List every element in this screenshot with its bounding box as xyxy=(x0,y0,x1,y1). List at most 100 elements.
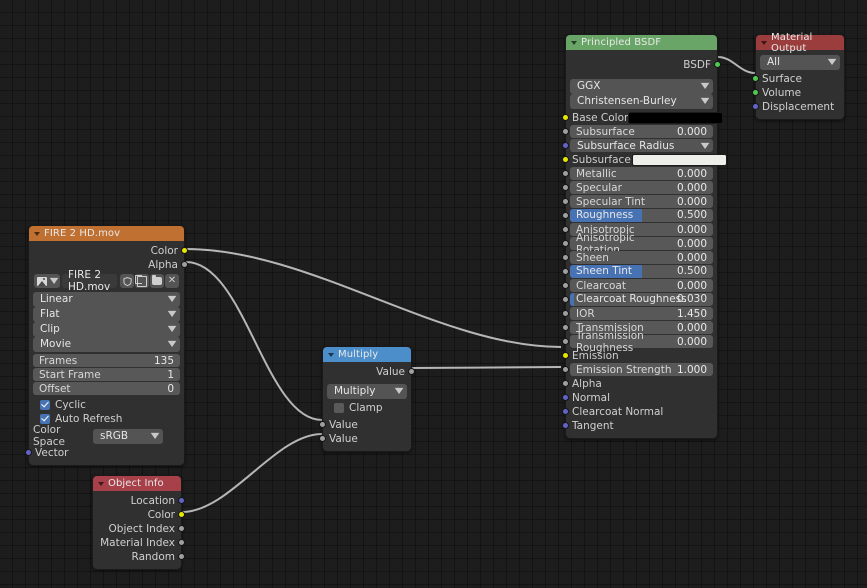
dropdown-interpolation[interactable]: Linear ▼ xyxy=(33,291,180,307)
color-swatch[interactable] xyxy=(632,153,727,166)
chevron-down-icon[interactable] xyxy=(34,231,40,236)
dropdown-extension[interactable]: Clip ▼ xyxy=(33,321,180,337)
bsdf-property-row[interactable]: Transmission Roughness 0.000 xyxy=(562,330,713,354)
output-socket-value[interactable] xyxy=(408,368,415,375)
input-socket-emission[interactable] xyxy=(562,352,569,359)
input-socket-row-value-2[interactable]: Value xyxy=(319,432,407,445)
node-principled-bsdf[interactable]: Principled BSDF BSDF GGX ▼ Christensen-B… xyxy=(562,34,727,439)
bsdf-property-row[interactable]: Roughness 0.500 xyxy=(562,209,713,222)
bsdf-property-row[interactable]: Emission Strength 1.000 xyxy=(562,363,713,376)
input-socket-clearcoat[interactable] xyxy=(562,282,569,289)
output-socket-object-index[interactable] xyxy=(178,525,185,532)
output-socket-location[interactable] xyxy=(178,497,185,504)
output-socket-color[interactable] xyxy=(178,511,185,518)
input-socket-roughness[interactable] xyxy=(562,212,569,219)
chevron-down-icon[interactable] xyxy=(761,40,767,45)
menu-field[interactable]: Subsurface Radius ▼ xyxy=(570,139,713,152)
output-socket-row-alpha[interactable]: Alpha xyxy=(33,258,188,271)
slider-field[interactable]: Clearcoat Roughness 0.030 xyxy=(570,293,713,306)
slider-field[interactable]: Roughness 0.500 xyxy=(570,209,713,222)
input-socket-normal[interactable] xyxy=(562,394,569,401)
input-socket-tangent[interactable] xyxy=(562,422,569,429)
input-socket-value-2[interactable] xyxy=(319,435,326,442)
input-socket-row-value-1[interactable]: Value xyxy=(319,418,407,431)
close-icon[interactable]: ✕ xyxy=(165,274,179,288)
input-socket-subsurface[interactable] xyxy=(562,128,569,135)
bsdf-property-row[interactable]: Subsurface C... xyxy=(562,153,727,166)
image-icon[interactable] xyxy=(34,274,49,288)
number-field[interactable]: Subsurface 0.000 xyxy=(570,125,713,138)
number-field[interactable]: Specular 0.000 xyxy=(570,181,713,194)
input-socket-anisotropic[interactable] xyxy=(562,226,569,233)
input-socket-row-surface[interactable]: Surface xyxy=(752,72,840,85)
input-socket-emission-strength[interactable] xyxy=(562,366,569,373)
bsdf-property-row[interactable]: Normal xyxy=(562,391,713,404)
bsdf-property-row[interactable]: Subsurface 0.000 xyxy=(562,125,713,138)
node-header-material-output[interactable]: Material Output xyxy=(756,32,844,54)
input-socket-clearcoat-normal[interactable] xyxy=(562,408,569,415)
input-socket-anisotropic-rotation[interactable] xyxy=(562,240,569,247)
dropdown-projection[interactable]: Flat ▼ xyxy=(33,306,180,322)
input-socket-metallic[interactable] xyxy=(562,170,569,177)
bsdf-property-row[interactable]: Subsurface Radius ▼ xyxy=(562,139,713,152)
input-socket-sheen-tint[interactable] xyxy=(562,268,569,275)
output-socket-alpha[interactable] xyxy=(181,261,188,268)
number-field-start-frame[interactable]: Start Frame 1 xyxy=(33,368,180,381)
number-field[interactable]: IOR 1.450 xyxy=(570,307,713,320)
input-socket-transmission-roughness[interactable] xyxy=(562,338,569,345)
image-browse-chevron-down-icon[interactable]: ▼ xyxy=(49,274,60,288)
input-socket-subsurface-c[interactable] xyxy=(562,156,569,163)
number-field[interactable]: Transmission Roughness 0.000 xyxy=(570,330,713,354)
bsdf-property-row[interactable]: Tangent xyxy=(562,419,713,432)
input-socket-subsurface-radius[interactable] xyxy=(562,142,569,149)
number-field-offset[interactable]: Offset 0 xyxy=(33,382,180,395)
output-socket-row-bsdf[interactable]: BSDF xyxy=(570,58,721,71)
number-field-frames[interactable]: Frames 135 xyxy=(33,354,180,367)
checkbox-icon[interactable] xyxy=(334,402,344,413)
node-material-output[interactable]: Material Output All ▼ Surface Volume Dis… xyxy=(752,32,845,120)
node-header-principled-bsdf[interactable]: Principled BSDF xyxy=(566,35,717,50)
input-socket-row-displacement[interactable]: Displacement xyxy=(752,100,840,113)
input-socket-surface[interactable] xyxy=(752,75,759,82)
image-datablock-widget[interactable]: ▼ FIRE 2 HD.mov ✕ xyxy=(34,269,179,293)
output-socket-row-object-index[interactable]: Object Index xyxy=(97,522,185,535)
node-header-image-texture[interactable]: FIRE 2 HD.mov xyxy=(29,226,184,241)
bsdf-property-row[interactable]: Sheen Tint 0.500 xyxy=(562,265,713,278)
node-header-multiply[interactable]: Multiply xyxy=(323,347,411,362)
checkbox-cyclic[interactable]: Cyclic xyxy=(33,398,180,411)
input-socket-alpha[interactable] xyxy=(562,380,569,387)
input-socket-ior[interactable] xyxy=(562,310,569,317)
color-space-dropdown[interactable]: sRGB ▼ xyxy=(93,428,163,444)
input-socket-base-color[interactable] xyxy=(562,114,569,121)
input-socket-specular-tint[interactable] xyxy=(562,198,569,205)
input-socket-sheen[interactable] xyxy=(562,254,569,261)
output-socket-row-location[interactable]: Location xyxy=(97,494,185,507)
bsdf-property-row[interactable]: Specular Tint 0.000 xyxy=(562,195,713,208)
number-field[interactable]: Metallic 0.000 xyxy=(570,167,713,180)
slider-field[interactable]: Sheen Tint 0.500 xyxy=(570,265,713,278)
dropdown-operation[interactable]: Multiply ▼ xyxy=(327,383,407,399)
output-socket-random[interactable] xyxy=(178,553,185,560)
input-socket-value-1[interactable] xyxy=(319,421,326,428)
bsdf-property-row[interactable]: Specular 0.000 xyxy=(562,181,713,194)
dropdown-subsurface-method[interactable]: Christensen-Burley ▼ xyxy=(570,93,713,109)
checkbox-icon[interactable] xyxy=(40,413,50,424)
bsdf-property-row[interactable]: Clearcoat Normal xyxy=(562,405,713,418)
checkbox-icon[interactable] xyxy=(40,399,50,410)
bsdf-property-row[interactable]: Clearcoat 0.000 xyxy=(562,279,713,292)
number-field[interactable]: Clearcoat 0.000 xyxy=(570,279,713,292)
output-socket-row-color[interactable]: Color xyxy=(97,508,185,521)
dropdown-target[interactable]: All ▼ xyxy=(760,54,840,70)
chevron-down-icon[interactable] xyxy=(328,352,334,357)
output-socket-row-random[interactable]: Random xyxy=(97,550,185,563)
input-socket-transmission[interactable] xyxy=(562,324,569,331)
bsdf-property-row[interactable]: Sheen 0.000 xyxy=(562,251,713,264)
bsdf-property-row[interactable]: Alpha xyxy=(562,377,713,390)
number-field[interactable]: Specular Tint 0.000 xyxy=(570,195,713,208)
shield-icon[interactable] xyxy=(120,274,134,288)
bsdf-property-row[interactable]: Metallic 0.000 xyxy=(562,167,713,180)
output-socket-material-index[interactable] xyxy=(178,539,185,546)
number-field[interactable]: Emission Strength 1.000 xyxy=(570,363,713,376)
output-socket-bsdf[interactable] xyxy=(714,61,721,68)
node-editor-canvas[interactable]: FIRE 2 HD.mov Color Alpha ▼ FIRE 2 HD.mo… xyxy=(0,0,867,588)
